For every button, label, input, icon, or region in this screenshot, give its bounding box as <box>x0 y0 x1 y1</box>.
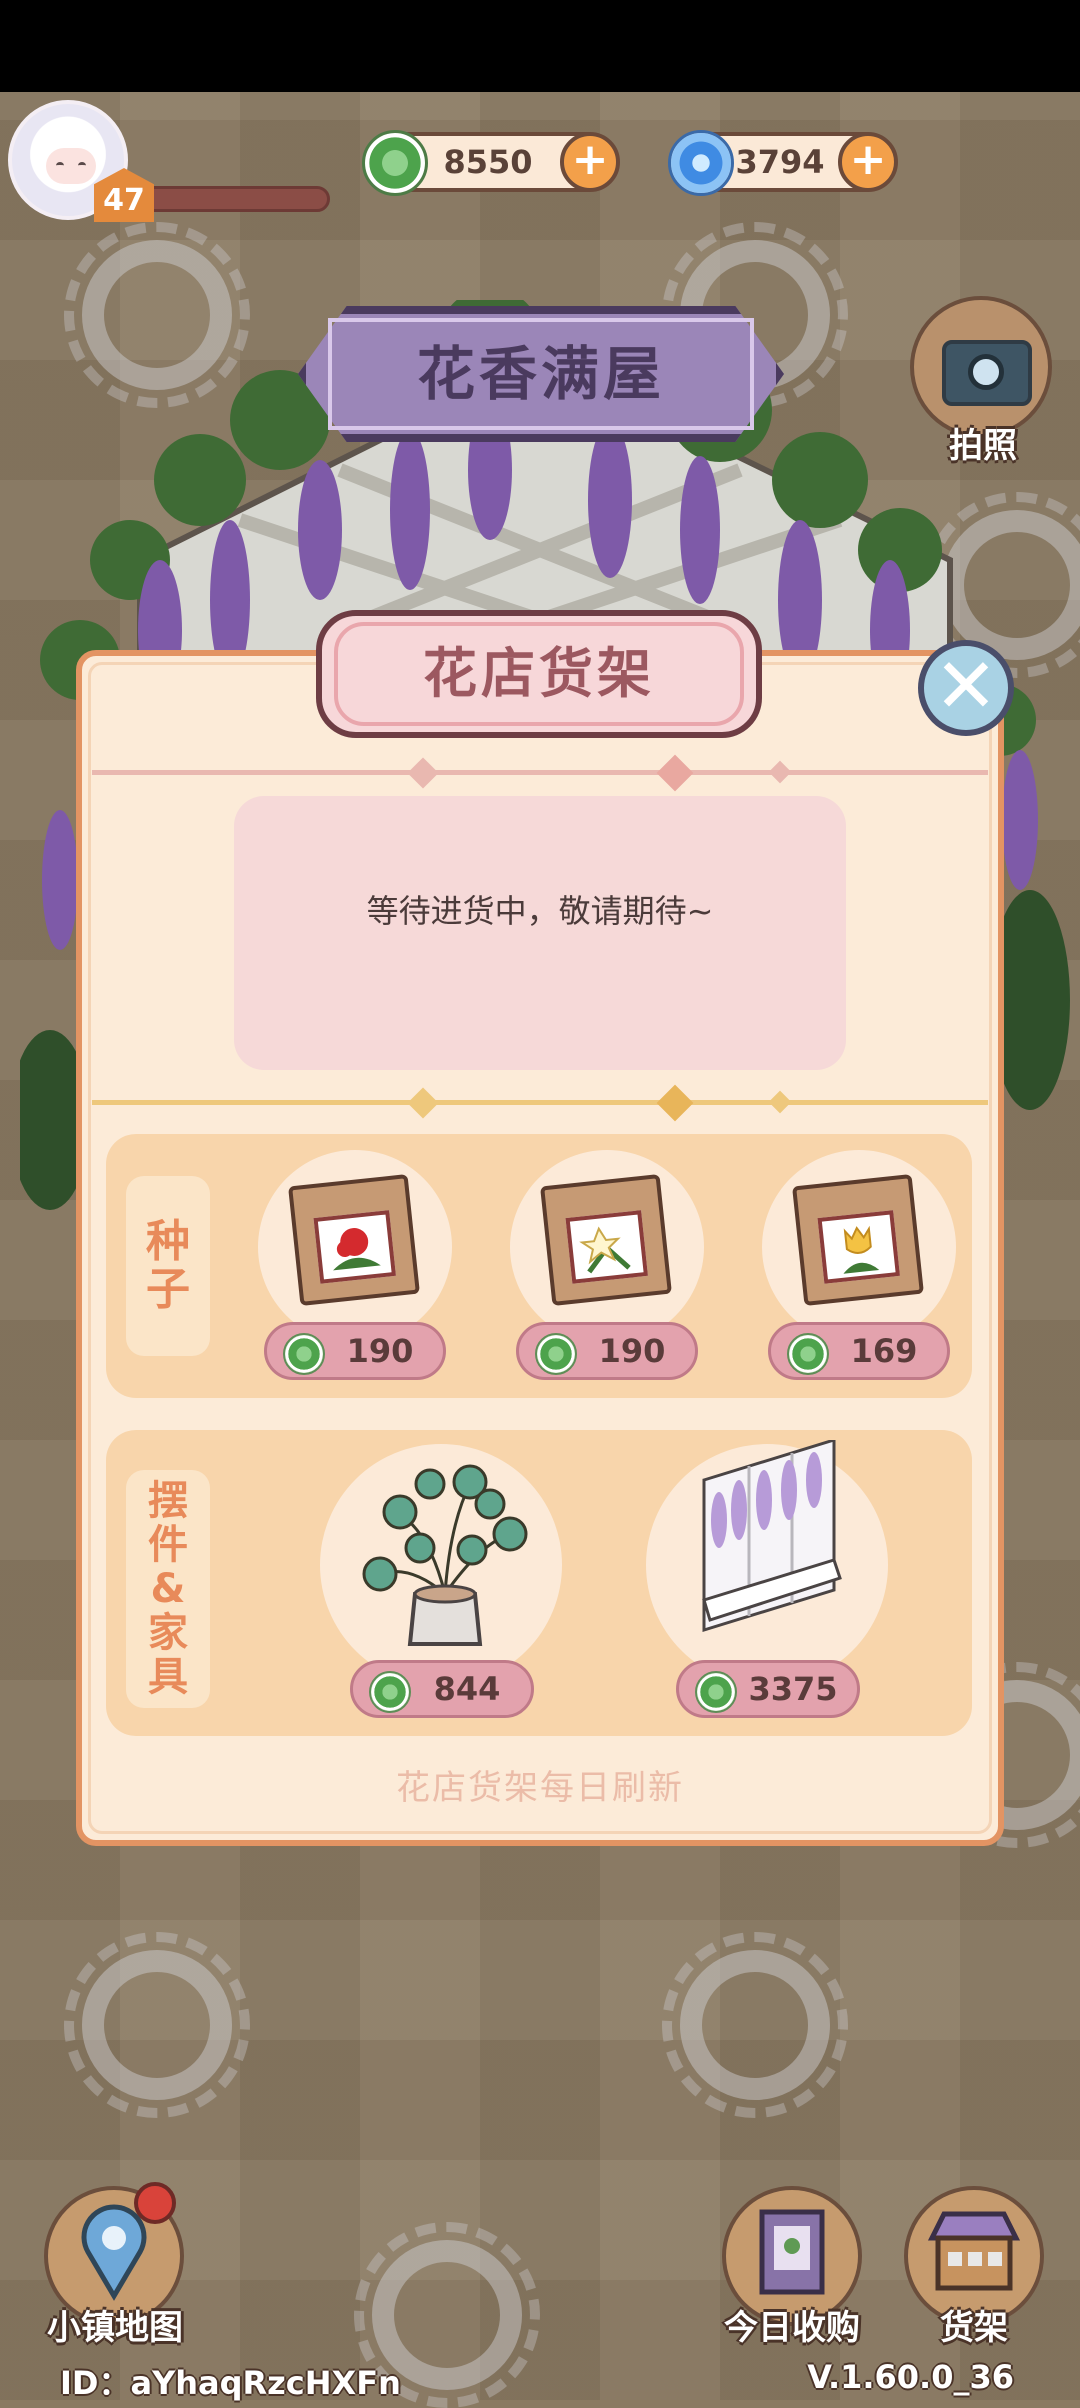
top-divider <box>92 770 988 775</box>
furniture-section-label: 摆 件 & 家 具 <box>126 1470 210 1708</box>
camera-button[interactable] <box>910 296 1052 438</box>
seeds-section-label: 种 子 <box>126 1176 210 1356</box>
notice-text: 等待进货中，敬请期待~ <box>366 892 714 930</box>
notification-dot <box>134 2182 176 2224</box>
player-id: ID：aYhaqRzcHXFn <box>60 2364 401 2402</box>
furniture-label-char: 具 <box>148 1654 188 1700</box>
add-clover-button[interactable]: + <box>560 132 620 192</box>
seed-price-white[interactable]: 190 <box>516 1322 698 1380</box>
avatar-eye <box>56 162 64 169</box>
yellow-tulip-drawing <box>843 1225 880 1274</box>
close-button[interactable]: ✕ <box>918 640 1014 736</box>
clover-currency: 8550 + <box>362 130 620 196</box>
wisteria-window-icon <box>702 1440 842 1633</box>
clover-icon <box>695 1671 737 1713</box>
furniture-label-char: 件 <box>148 1522 188 1568</box>
potted-plant-icon <box>362 1464 528 1646</box>
shelf-label: 货架 <box>940 2308 1008 2348</box>
seed-card <box>817 1210 900 1284</box>
clover-icon <box>535 1333 577 1375</box>
middle-divider <box>92 1100 988 1105</box>
camera-lens <box>968 354 1004 390</box>
close-icon: ✕ <box>934 641 998 730</box>
clover-icon <box>283 1333 325 1375</box>
furniture-price-potted-plant[interactable]: 844 <box>350 1660 534 1718</box>
price-value: 844 <box>433 1670 501 1708</box>
experience-bar <box>140 186 330 212</box>
daily-purchase-label: 今日收购 <box>724 2308 860 2348</box>
seeds-label-char: 子 <box>146 1264 190 1315</box>
clover-amount: 8550 <box>443 143 533 181</box>
furniture-label-char: 摆 <box>148 1478 188 1524</box>
white-flower-drawing <box>579 1226 631 1274</box>
furniture-label-char: & <box>150 1566 186 1612</box>
furniture-label-char: 家 <box>148 1610 188 1656</box>
price-value: 190 <box>598 1332 666 1370</box>
furniture-price-wisteria-window[interactable]: 3375 <box>676 1660 860 1718</box>
avatar-face <box>46 148 96 184</box>
version-text: V.1.60.0_36 <box>807 2358 1014 2396</box>
sun-decoration <box>64 1932 250 2118</box>
avatar-eye <box>78 162 86 169</box>
seeds-label-char: 种 <box>146 1215 190 1267</box>
camera-label: 拍照 <box>949 426 1017 466</box>
price-value: 190 <box>346 1332 414 1370</box>
swirl-currency: 3794 + <box>668 130 898 196</box>
town-map-label: 小镇地图 <box>47 2308 183 2348</box>
area-banner-title: 花香满屋 <box>416 340 665 408</box>
clover-icon <box>369 1671 411 1713</box>
status-bar <box>0 0 1080 92</box>
yellow-tulip-seed-icon <box>792 1174 924 1306</box>
modal-title: 花店货架 <box>423 642 655 705</box>
seed-card <box>313 1210 396 1284</box>
red-flower-seed-icon <box>288 1174 420 1306</box>
add-swirl-button[interactable]: + <box>838 132 898 192</box>
camera-icon <box>942 340 1032 406</box>
swirl-amount: 3794 <box>735 143 825 181</box>
refresh-note: 花店货架每日刷新 <box>396 1768 684 1808</box>
seed-card <box>565 1210 648 1284</box>
white-flower-seed-icon <box>540 1174 672 1306</box>
red-flower-drawing <box>333 1227 381 1271</box>
seed-price-red[interactable]: 190 <box>264 1322 446 1380</box>
seed-price-yellow[interactable]: 169 <box>768 1322 950 1380</box>
price-value: 169 <box>850 1332 918 1370</box>
clover-icon <box>787 1333 829 1375</box>
price-value: 3375 <box>748 1670 838 1708</box>
sun-decoration <box>662 1932 848 2118</box>
